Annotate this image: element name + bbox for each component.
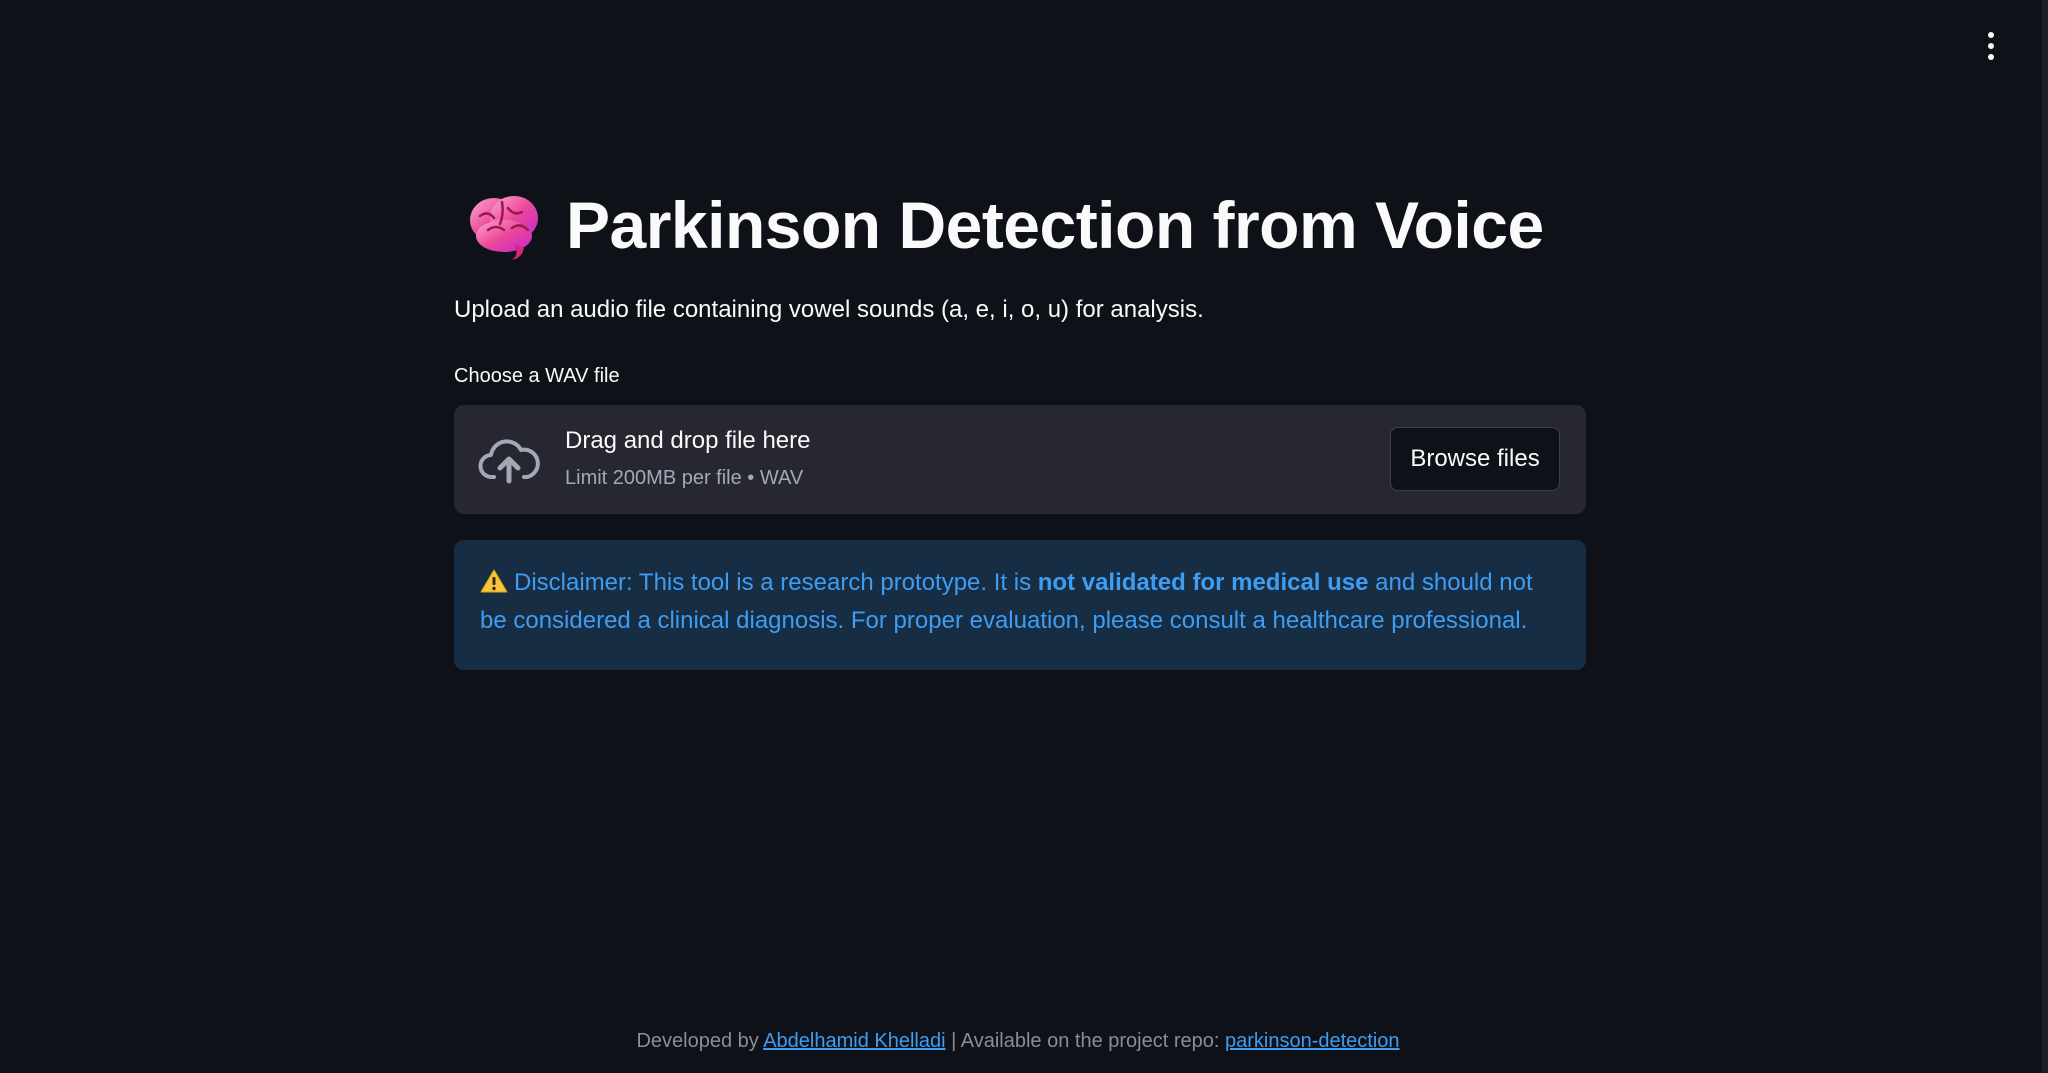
kebab-menu-icon-dot (1988, 54, 1994, 60)
footer-prefix: Developed by (636, 1030, 764, 1052)
repo-link[interactable]: parkinson-detection (1225, 1030, 1400, 1052)
page-footer: Developed by Abdelhamid Khelladi | Avail… (0, 1030, 2036, 1053)
browse-files-button[interactable]: Browse files (1390, 427, 1560, 491)
dropzone-limit-text: Limit 200MB per file • WAV (565, 467, 804, 489)
disclaimer-text: Disclaimer: This tool is a research prot… (514, 569, 1038, 596)
brain-icon (470, 196, 538, 260)
kebab-menu-icon-dot (1988, 43, 1994, 49)
page-title: Parkinson Detection from Voice (566, 188, 1544, 262)
warning-icon (480, 569, 508, 593)
kebab-menu-icon-dot (1988, 32, 1994, 38)
file-uploader-label: Choose a WAV file (454, 365, 620, 387)
app-root: Parkinson Detection from Voice Upload an… (0, 0, 2048, 1073)
disclaimer-emphasis: not validated for medical use (1037, 569, 1369, 596)
page-header: Parkinson Detection from Voice (464, 182, 1544, 268)
file-dropzone[interactable]: Drag and drop file here Limit 200MB per … (454, 405, 1586, 514)
main-menu-button[interactable] (1974, 26, 2008, 66)
dropzone-instructions: Drag and drop file here (565, 427, 811, 454)
page-description: Upload an audio file containing vowel so… (454, 296, 1204, 323)
footer-separator: | Available on the project repo: (945, 1030, 1225, 1052)
cloud-upload-icon (478, 439, 540, 484)
scrollbar-track[interactable] (2042, 0, 2048, 1073)
disclaimer-alert: Disclaimer: This tool is a research prot… (454, 540, 1586, 670)
author-link[interactable]: Abdelhamid Khelladi (763, 1030, 945, 1052)
